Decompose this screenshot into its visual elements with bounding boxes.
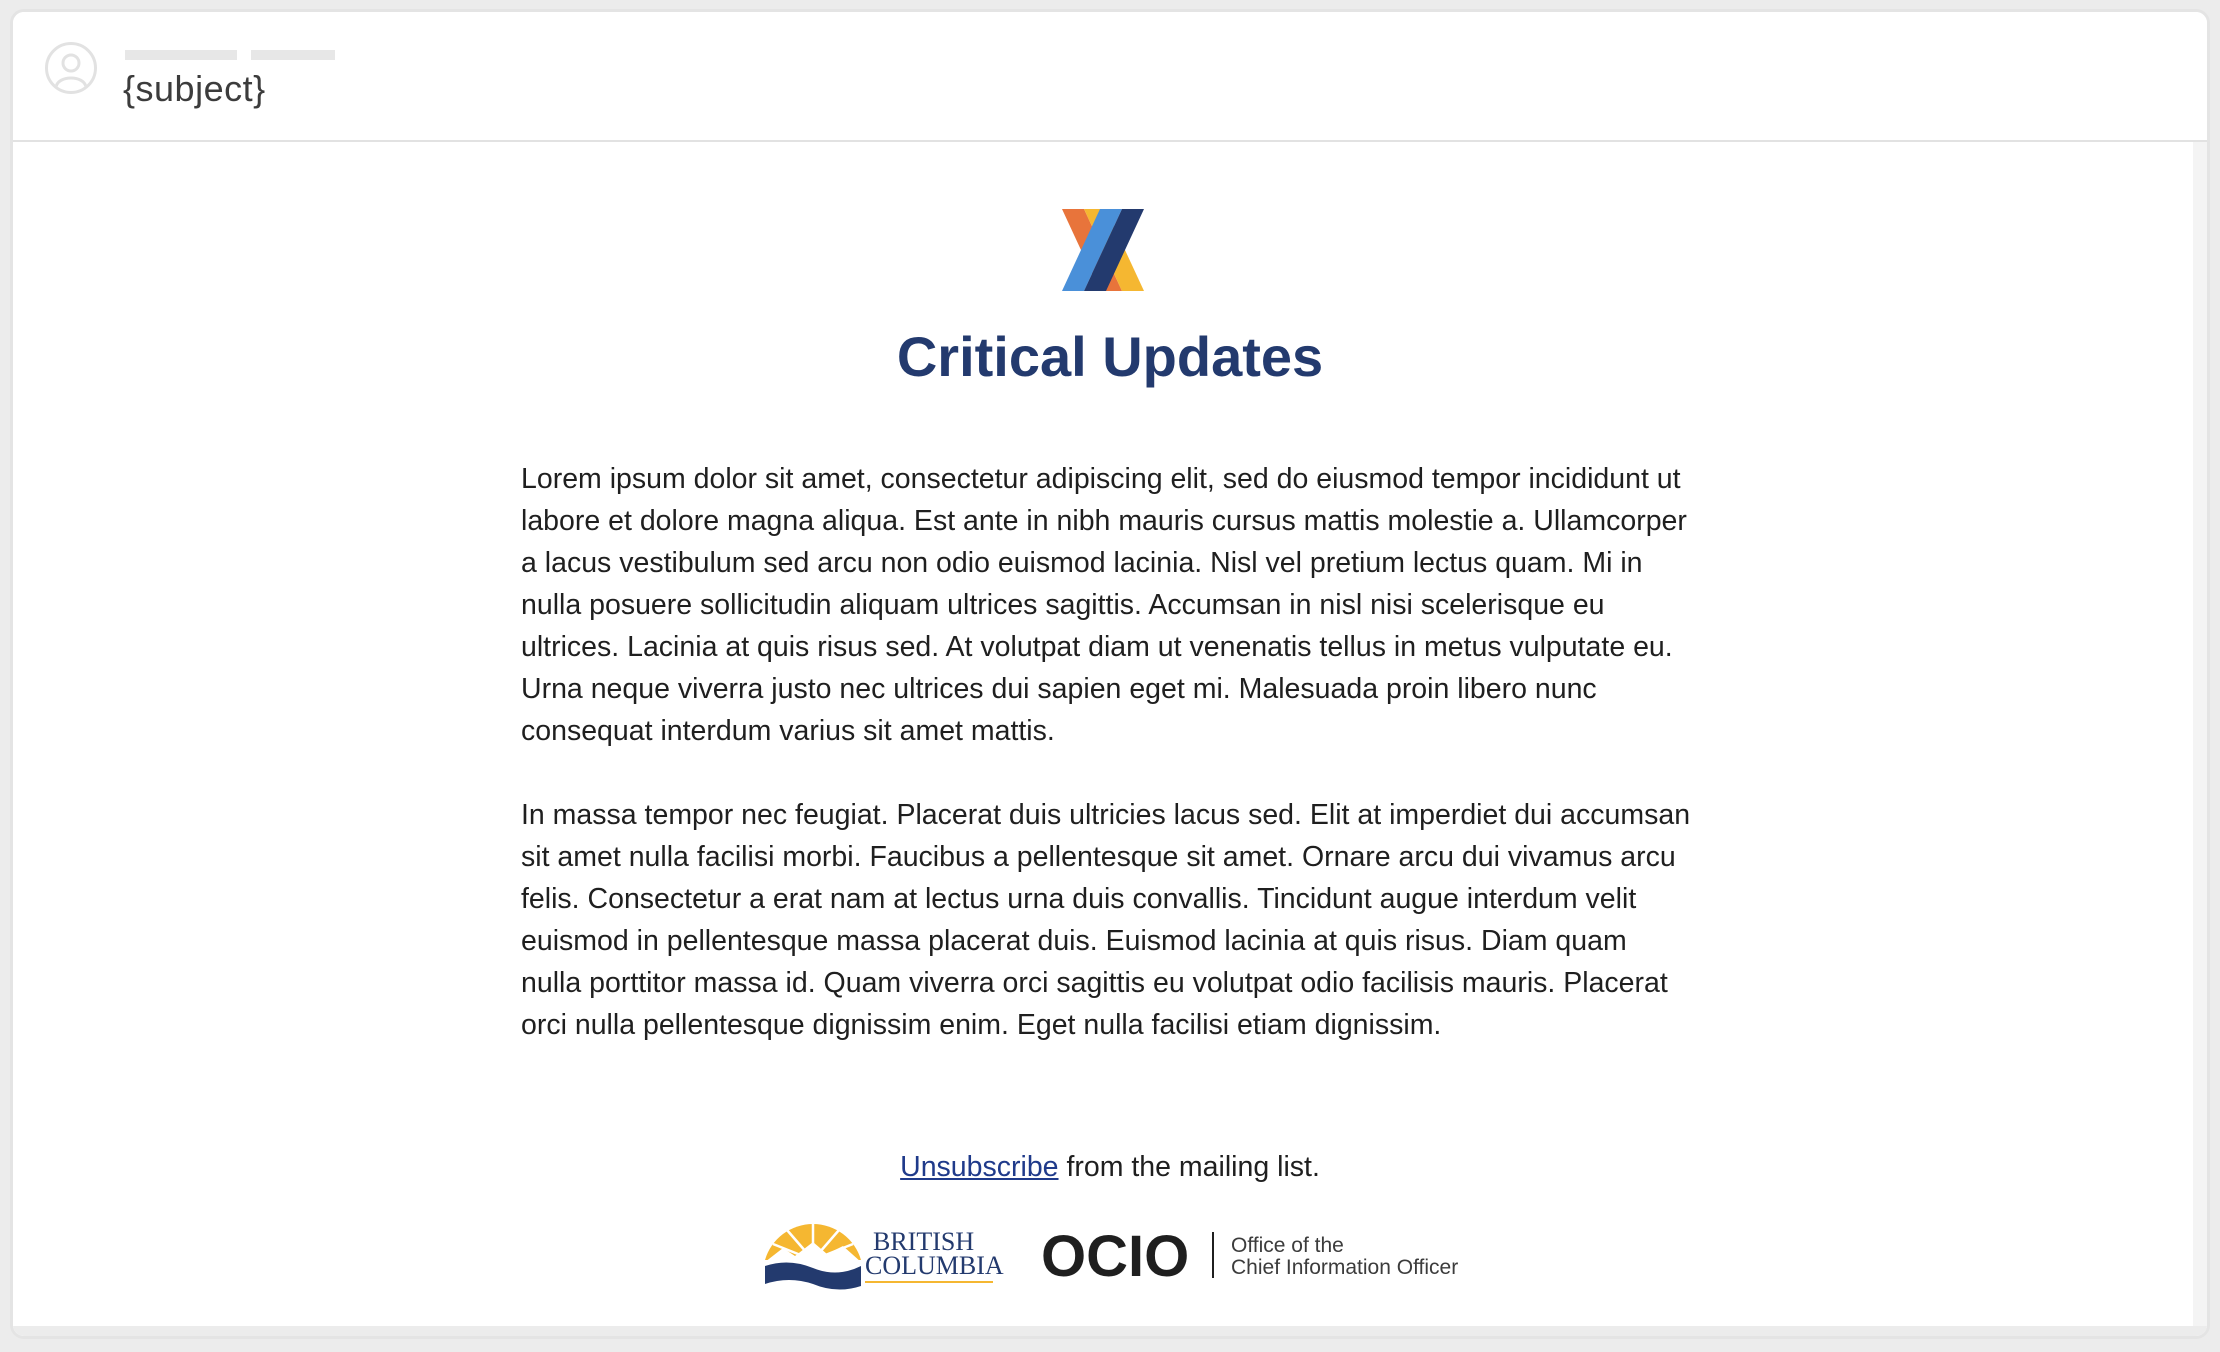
sender-avatar-icon: [45, 42, 97, 94]
window-bottom-edge: [13, 1326, 2207, 1336]
sender-placeholder: [125, 50, 237, 60]
ocio-acronym: OCIO: [1041, 1226, 1189, 1286]
body-paragraph: In massa tempor nec feugiat. Placerat du…: [521, 799, 1691, 1041]
unsubscribe-line: Unsubscribe from the mailing list.: [13, 1151, 2207, 1184]
ocio-line2: Chief Information Officer: [1231, 1256, 1458, 1279]
unsubscribe-link[interactable]: Unsubscribe: [900, 1151, 1058, 1183]
email-content: Lorem ipsum dolor sit amet, consectetur …: [521, 458, 1691, 1088]
ocio-line1: Office of the: [1231, 1234, 1344, 1257]
page-title: Critical Updates: [896, 325, 1324, 388]
british-columbia-logo: BRITISH COLUMBIA: [765, 1222, 1004, 1290]
email-preview-window: {subject} Critical Updates Lorem ipsum d…: [10, 9, 2210, 1339]
email-subject: {subject}: [123, 68, 266, 109]
date-placeholder: [251, 50, 335, 60]
x-brand-logo-icon: [1062, 209, 1144, 291]
ocio-logo: OCIO Office of the Chief Information Off…: [1041, 1226, 1458, 1286]
bc-logo-line2: COLUMBIA: [865, 1251, 1004, 1280]
email-header: {subject}: [13, 12, 2207, 142]
body-paragraph: Lorem ipsum dolor sit amet, consectetur …: [521, 463, 1687, 747]
unsubscribe-suffix: from the mailing list.: [1058, 1151, 1320, 1183]
